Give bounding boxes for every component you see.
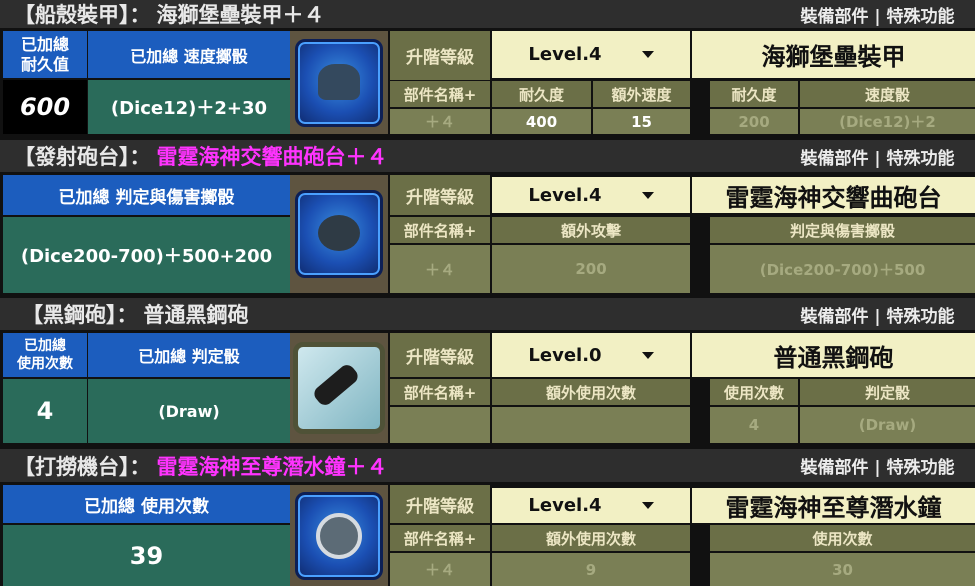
section-3-header-right[interactable]: 裝備部件 | 特殊功能 (780, 298, 975, 330)
section-1-total-2-label: 已加總 速度擲骰 (88, 31, 290, 78)
section-2-total-1-value: (Dice200-700)＋500+200 (3, 217, 290, 293)
section-3-item-name: 普通黑鋼砲 (143, 303, 249, 327)
section-1-th-3: 額外速度 (593, 81, 690, 107)
section-3-td-r1: 4 (710, 407, 798, 443)
section-1-th-r2: 速度骰 (800, 81, 975, 107)
section-4-header-right[interactable]: 裝備部件 | 特殊功能 (780, 449, 975, 482)
section-4-title: 【打撈機台】： 雷霆海神至尊潛水鐘＋４ (0, 449, 700, 482)
section-1-title: 【船殼裝甲】： 海獅堡壘裝甲＋４ (0, 0, 700, 28)
section-1-total-2-value: (Dice12)＋2+30 (88, 80, 290, 134)
section-3-total-2-value: (Draw) (88, 379, 290, 443)
section-2-td-2: 200 (492, 245, 690, 293)
section-4-upgrade-label: 升階等級 (390, 485, 490, 523)
section-3-part-name: 普通黑鋼砲 (692, 333, 975, 377)
section-2-td-1: ＋４ (390, 245, 490, 293)
chevron-down-icon (641, 502, 654, 509)
section-4-part-name: 雷霆海神至尊潛水鐘 (692, 488, 975, 523)
section-4-th-1: 部件名稱+ (390, 525, 490, 551)
section-2-total-1-label: 已加總 判定與傷害擲骰 (3, 175, 290, 215)
section-3-td-r2: (Draw) (800, 407, 975, 443)
section-4-icon-cell[interactable] (290, 485, 388, 586)
section-3-th-1: 部件名稱+ (390, 379, 490, 405)
section-3-td-1 (390, 407, 490, 443)
section-1-category: 【船殼裝甲】： (14, 3, 151, 27)
cannon-icon (295, 190, 383, 278)
section-4-th-2: 額外使用次數 (492, 525, 690, 551)
section-1-upgrade-label: 升階等級 (390, 31, 490, 80)
section-2-th-1: 部件名稱+ (390, 217, 490, 243)
section-1-th-1: 部件名稱+ (390, 81, 490, 107)
section-1-total-1-label: 已加總 耐久值 (3, 31, 87, 78)
section-4-th-r1: 使用次數 (710, 525, 975, 551)
section-2-header-right[interactable]: 裝備部件 | 特殊功能 (780, 140, 975, 172)
black-cannon-icon (293, 342, 385, 434)
section-1-level-select[interactable]: Level.4 (492, 31, 690, 78)
chevron-down-icon (641, 191, 654, 199)
section-3-level-value: Level.0 (528, 344, 602, 366)
section-4-total-1-value: 39 (3, 525, 290, 586)
section-1-td-r2: (Dice12)＋2 (800, 109, 975, 134)
section-1-level-value: Level.4 (528, 44, 602, 65)
section-2-th-r1: 判定與傷害擲骰 (710, 217, 975, 243)
section-4-level-value: Level.4 (528, 495, 602, 516)
diving-bell-icon (295, 491, 383, 580)
section-1-item-name: 海獅堡壘裝甲＋４ (156, 3, 325, 27)
section-1-th-r1: 耐久度 (710, 81, 798, 107)
section-2-category: 【發射砲台】： (14, 145, 151, 169)
section-3-td-2 (492, 407, 690, 443)
section-3-th-r1: 使用次數 (710, 379, 798, 405)
section-1-total-1-value: 600 (3, 80, 87, 134)
section-4-category: 【打撈機台】： (14, 454, 151, 479)
section-3-icon-cell[interactable] (290, 333, 388, 443)
section-1-td-2: 400 (492, 109, 591, 134)
section-3-category: 【黑鋼砲】： (22, 303, 138, 327)
section-3-upgrade-label: 升階等級 (390, 333, 490, 377)
section-3-total-1-label: 已加總 使用次數 (3, 333, 87, 377)
section-3-level-select[interactable]: Level.0 (492, 333, 690, 377)
section-2-td-r1: (Dice200-700)＋500 (710, 245, 975, 293)
section-2-th-2: 額外攻擊 (492, 217, 690, 243)
section-1-header-right[interactable]: 裝備部件 | 特殊功能 (780, 0, 975, 28)
section-2-level-value: Level.4 (528, 184, 602, 206)
section-1-td-1: ＋４ (390, 109, 490, 134)
section-1-part-name: 海獅堡壘裝甲 (692, 31, 975, 78)
section-4-item-name: 雷霆海神至尊潛水鐘＋４ (156, 454, 388, 479)
section-2-item-name: 雷霆海神交響曲砲台＋４ (156, 145, 388, 169)
armor-icon (295, 38, 383, 127)
section-3-total-2-label: 已加總 判定骰 (88, 333, 290, 377)
section-2-upgrade-label: 升階等級 (390, 175, 490, 215)
section-4-total-1-label: 已加總 使用次數 (3, 485, 290, 523)
chevron-down-icon (641, 351, 654, 359)
section-4-td-1: ＋４ (390, 553, 490, 586)
section-2-part-name: 雷霆海神交響曲砲台 (692, 177, 975, 213)
section-4-level-select[interactable]: Level.4 (492, 488, 690, 523)
section-4-td-r1: 30 (710, 553, 975, 586)
section-2-level-select[interactable]: Level.4 (492, 177, 690, 213)
section-1-th-2: 耐久度 (492, 81, 591, 107)
section-3-th-2: 額外使用次數 (492, 379, 690, 405)
section-2-icon-cell[interactable] (290, 175, 388, 293)
section-3-th-r2: 判定骰 (800, 379, 975, 405)
section-1-icon-cell[interactable] (290, 31, 388, 134)
section-2-title: 【發射砲台】： 雷霆海神交響曲砲台＋４ (0, 140, 700, 172)
section-3-title: 【黑鋼砲】： 普通黑鋼砲 (0, 298, 700, 330)
section-4-td-2: 9 (492, 553, 690, 586)
section-3-total-1-value: 4 (3, 379, 87, 443)
section-1-td-3: 15 (593, 109, 690, 134)
chevron-down-icon (641, 51, 654, 58)
section-1-td-r1: 200 (710, 109, 798, 134)
